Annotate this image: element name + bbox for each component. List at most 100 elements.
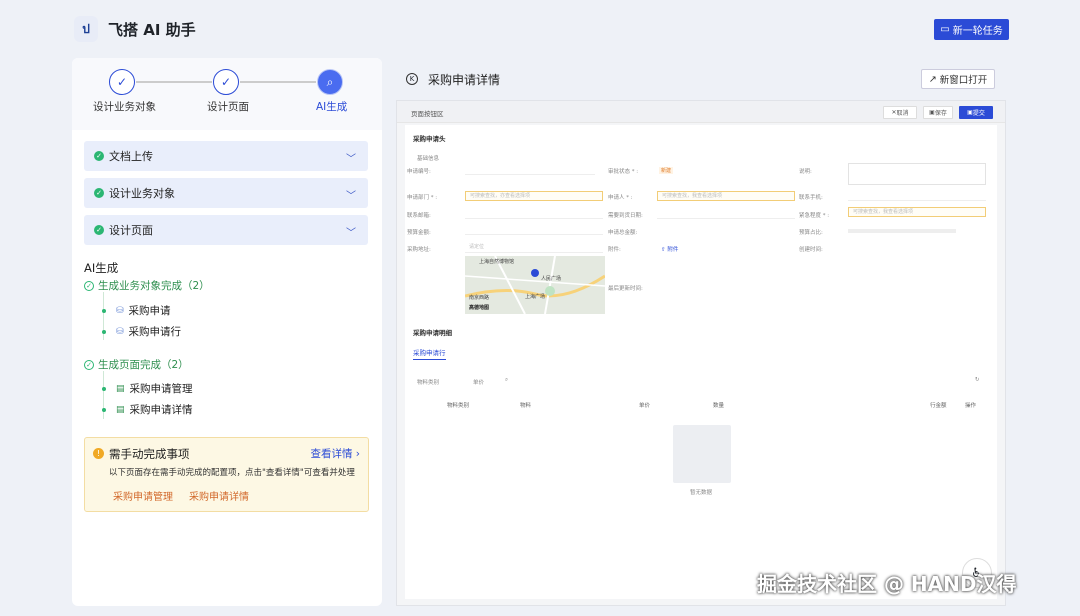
refresh-icon[interactable]: ↻ [975, 377, 980, 383]
save-button[interactable]: ▣ 保存 [923, 106, 953, 119]
map-poi-label: 人民广场 [541, 276, 562, 282]
date-picker[interactable] [657, 209, 795, 219]
column-header: 物料 [520, 403, 532, 409]
field-label: 审批状态 * : [608, 169, 639, 175]
tree-dot [102, 329, 106, 334]
attachment-link[interactable]: ⇧ 附件 [661, 245, 678, 253]
database-icon: ⛁ [116, 305, 124, 316]
check-circle-icon: ✓ [94, 225, 104, 235]
field-label: 创建时间: [799, 247, 823, 253]
applicant-select[interactable]: 可搜索查找，我查看选择项 [657, 191, 795, 201]
filter-price[interactable]: 单价 [473, 378, 484, 386]
field-label: 申请人 * : [608, 195, 633, 201]
field-label: 预算金额: [407, 230, 431, 236]
warning-icon: ! [93, 448, 104, 459]
column-header: 操作 [965, 403, 977, 409]
column-header: 行金额 [930, 403, 947, 409]
tree-group-objects[interactable]: ✓ 生成业务对象完成（2） [84, 278, 210, 293]
field-label: 申请总金额: [608, 230, 638, 236]
tree-dot [102, 386, 106, 391]
chat-icon: ▭ [940, 24, 950, 35]
accordion-label: 设计页面 [109, 224, 153, 237]
filter-category[interactable]: 物料类别 [417, 378, 439, 386]
view-details-link[interactable]: 查看详情 › [310, 446, 360, 461]
urgency-select[interactable]: 可搜索查找，我查看选择项 [848, 207, 986, 217]
phone-input[interactable] [848, 191, 986, 201]
tree-item-label: 采购申请行 [128, 326, 182, 338]
field-label: 联系邮箱: [407, 213, 431, 219]
field-label: 联系手机: [799, 195, 823, 201]
notice-title: 需手动完成事项 [109, 447, 190, 461]
email-input[interactable] [465, 209, 603, 219]
tab-purchase-lines[interactable]: 采购申请行 [413, 347, 446, 360]
tree-group-label: 生成页面完成（2） [98, 359, 189, 371]
map-poi-label: 上海广场 [525, 294, 546, 300]
req-no-input[interactable] [465, 165, 595, 175]
tree-item[interactable]: ⛁ 采购申请行 [102, 324, 181, 339]
step-2-label: 设计页面 [207, 101, 249, 113]
tree-item[interactable]: ⛁ 采购申请 [102, 303, 171, 318]
tree-item-label: 采购申请管理 [129, 383, 193, 395]
empty-illustration-icon [673, 425, 731, 483]
tree-group-pages[interactable]: ✓ 生成页面完成（2） [84, 357, 189, 372]
field-label: 紧急程度 * : [799, 213, 830, 219]
map-poi-label: 上海自然博物馆 [479, 259, 515, 265]
empty-text: 暂无数据 [690, 490, 713, 496]
cancel-button[interactable]: ✕ 取消 [883, 106, 917, 119]
ai-section-title: AI生成 [84, 261, 119, 275]
field-label: 说明: [799, 169, 812, 175]
open-new-window-button[interactable]: ↗ 新窗口打开 [921, 69, 995, 89]
chevron-down-icon: ﹀ [346, 191, 356, 202]
preview-form-card: 采购申请头 基础信息 申请编号: 审批状态 * : 新建 说明: 申请部门 * … [405, 125, 997, 599]
submit-button[interactable]: ▣ 提交 [959, 106, 993, 119]
page-table-icon: ▤ [116, 404, 125, 415]
accordion-label: 设计业务对象 [109, 187, 175, 200]
left-panel: ✓ ✓ ⌕ 设计业务对象 设计页面 AI生成 ✓ 文档上传 ﹀ ✓ 设计业务对象… [72, 58, 382, 606]
tree-item-label: 采购申请详情 [129, 404, 193, 416]
budget-input[interactable] [465, 225, 603, 235]
stepper: ✓ ✓ ⌕ 设计业务对象 设计页面 AI生成 [72, 58, 382, 130]
external-link-icon: ↗ [928, 73, 937, 85]
check-circle-icon: ✓ [84, 280, 94, 291]
accordion-design-page[interactable]: ✓ 设计页面 ﹀ [84, 215, 368, 245]
step-3-label: AI生成 [316, 101, 348, 113]
step-1-check-icon[interactable]: ✓ [109, 69, 135, 95]
column-header: 物料类别 [447, 403, 470, 409]
page-preview: 页面按钮区 ✕ 取消 ▣ 保存 ▣ 提交 采购申请头 基础信息 申请编号: 审批… [396, 100, 1006, 606]
notice-description: 以下页面存在需手动完成的配置项，点击"查看详情"可查看并处理 [109, 468, 355, 478]
tree-item-label: 采购申请 [128, 305, 171, 317]
database-icon: ⛁ [116, 326, 124, 337]
column-header: 单价 [639, 403, 651, 409]
check-circle-icon: ✓ [94, 151, 104, 161]
accordion-doc-upload[interactable]: ✓ 文档上传 ﹀ [84, 141, 368, 171]
search-icon[interactable]: ⌕ [505, 377, 508, 384]
accordion-business-object[interactable]: ✓ 设计业务对象 ﹀ [84, 178, 368, 208]
location-map[interactable]: 上海自然博物馆 人民广场 上海广场 南京西路 高德地图 [465, 256, 605, 314]
description-textarea[interactable] [848, 163, 986, 185]
notice-tag-manage[interactable]: 采购申请管理 [113, 488, 173, 503]
check-circle-icon: ✓ [84, 359, 94, 370]
tree-item[interactable]: ▤ 采购申请详情 [102, 402, 193, 417]
address-input[interactable]: 请定位 [465, 243, 603, 253]
step-1-label: 设计业务对象 [93, 101, 156, 113]
map-poi-label: 南京西路 [469, 295, 490, 301]
back-icon[interactable]: K [406, 73, 418, 85]
step-2-check-icon[interactable]: ✓ [213, 69, 239, 95]
field-label: 最后更新时间: [608, 286, 643, 292]
new-task-button[interactable]: ▭ 新一轮任务 [934, 19, 1009, 40]
dept-select[interactable]: 可搜索查找，亦查看选择项 [465, 191, 603, 201]
notice-tag-detail[interactable]: 采购申请详情 [189, 488, 249, 503]
field-label: 预算占比: [799, 230, 823, 236]
budget-ratio-bar [848, 229, 956, 233]
field-label: 采购地址: [407, 247, 431, 253]
tree-dot [102, 308, 106, 313]
step-connector [240, 81, 316, 83]
column-header: 数量 [713, 403, 725, 409]
app-header: ป 飞搭 AI 助手 ▭ 新一轮任务 [0, 0, 1080, 58]
step-3-ai-icon[interactable]: ⌕ [317, 69, 343, 95]
accordion-label: 文档上传 [109, 150, 153, 163]
preview-toolbar: 页面按钮区 ✕ 取消 ▣ 保存 ▣ 提交 [397, 101, 1005, 123]
field-label: 需要到货日期: [608, 213, 643, 219]
field-label: 申请部门 * : [407, 195, 438, 201]
tree-item[interactable]: ▤ 采购申请管理 [102, 381, 193, 396]
